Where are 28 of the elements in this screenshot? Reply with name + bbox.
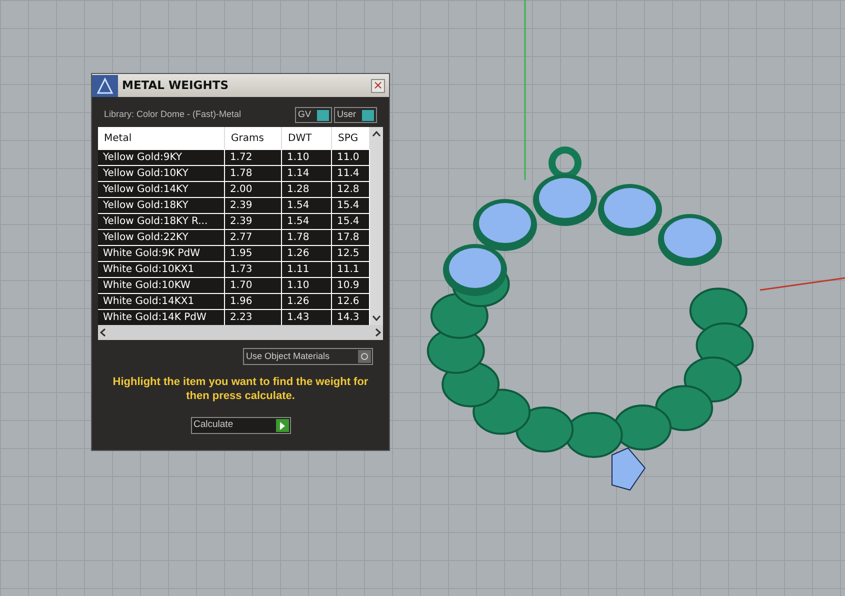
app-icon xyxy=(92,74,118,96)
table-row[interactable]: Yellow Gold:10KY 1.78 1.14 11.4 xyxy=(98,165,370,181)
table-row[interactable]: Yellow Gold:22KY 2.77 1.78 17.8 xyxy=(98,229,370,245)
table-row[interactable]: White Gold:10KW 1.70 1.10 10.9 xyxy=(98,277,370,293)
table-row[interactable]: White Gold:9K PdW 1.95 1.26 12.5 xyxy=(98,245,370,261)
close-button[interactable]: × xyxy=(371,78,385,92)
scroll-up-icon[interactable] xyxy=(372,131,382,137)
play-icon xyxy=(276,419,288,432)
scroll-left-icon[interactable] xyxy=(100,328,106,337)
table-row[interactable]: Yellow Gold:18KY 2.39 1.54 15.4 xyxy=(98,197,370,213)
table-row[interactable]: White Gold:14KX1 1.96 1.26 12.6 xyxy=(98,293,370,309)
library-label: Library: Color Dome - (Fast)-Metal xyxy=(104,108,242,122)
use-object-materials-button[interactable]: Use Object Materials xyxy=(243,348,373,365)
vertical-scrollbar[interactable] xyxy=(370,127,383,325)
table-row[interactable]: Yellow Gold:9KY 1.72 1.10 11.0 xyxy=(98,149,370,165)
scroll-down-icon[interactable] xyxy=(372,315,382,321)
scroll-right-icon[interactable] xyxy=(375,328,381,337)
toggle-button[interactable]: GV xyxy=(294,107,332,123)
toggle-button[interactable]: User xyxy=(334,107,377,123)
circle-icon xyxy=(358,350,371,363)
table-row[interactable]: White Gold:10KX1 1.73 1.11 11.1 xyxy=(98,261,370,277)
table-row[interactable]: White Gold:14K PdW 2.23 1.43 14.3 xyxy=(98,309,370,325)
calculate-button[interactable]: Calculate xyxy=(190,417,290,434)
hint-text: Highlight the item you want to find the weight for then press calculate. xyxy=(112,375,370,403)
horizontal-scrollbar[interactable] xyxy=(98,325,383,340)
window-title: METAL WEIGHTS xyxy=(122,76,230,94)
table-row[interactable]: Yellow Gold:18KY R... 2.39 1.54 15.4 xyxy=(98,213,370,229)
table-row[interactable]: Yellow Gold:14KY 2.00 1.28 12.8 xyxy=(98,181,370,197)
